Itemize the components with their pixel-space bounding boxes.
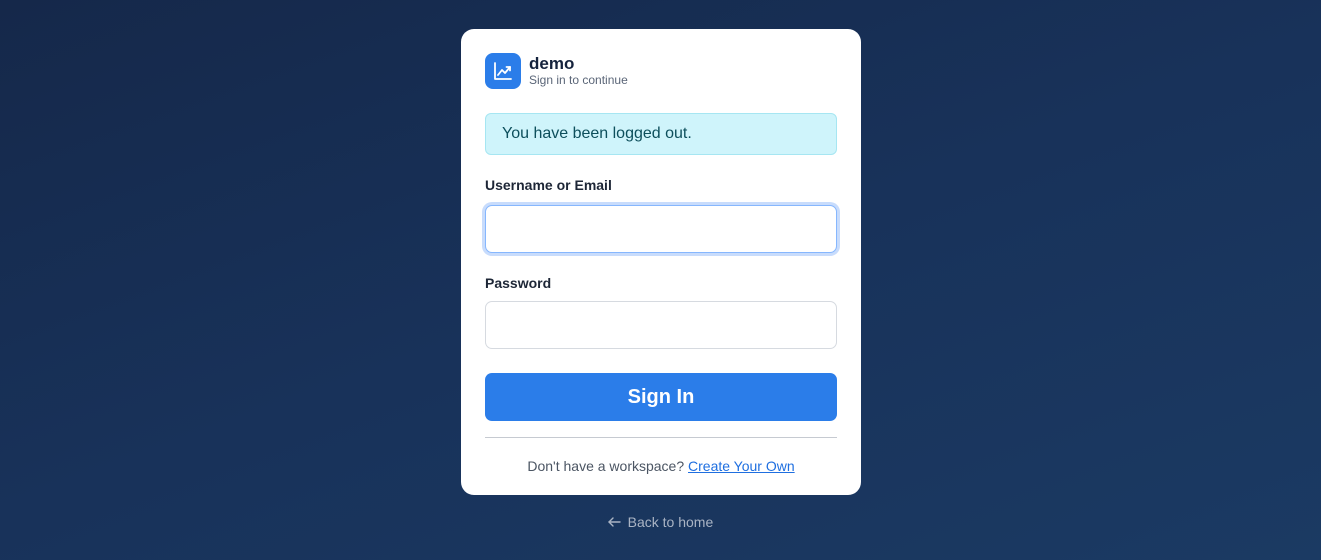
line-chart-icon xyxy=(485,53,521,89)
back-to-home-label: Back to home xyxy=(627,514,714,530)
divider xyxy=(485,437,837,438)
brand-text: demo Sign in to continue xyxy=(529,54,628,88)
workspace-name: demo xyxy=(529,54,575,73)
brand-header: demo Sign in to continue xyxy=(485,53,837,89)
password-input[interactable] xyxy=(485,301,837,349)
create-workspace-link[interactable]: Create Your Own xyxy=(688,458,795,474)
sign-in-button[interactable]: Sign In xyxy=(485,373,837,421)
brand-subtitle: Sign in to continue xyxy=(529,73,628,87)
arrow-left-icon xyxy=(608,514,625,530)
username-input[interactable] xyxy=(485,205,837,253)
username-label: Username or Email xyxy=(485,177,612,193)
login-card: demo Sign in to continue You have been l… xyxy=(461,29,861,495)
signup-prompt-text: Don't have a workspace? xyxy=(527,458,685,474)
signup-prompt: Don't have a workspace? Create Your Own xyxy=(485,457,837,475)
logout-alert: You have been logged out. xyxy=(485,113,837,155)
password-label: Password xyxy=(485,275,552,291)
back-to-home-link[interactable]: Back to home xyxy=(0,513,1321,531)
